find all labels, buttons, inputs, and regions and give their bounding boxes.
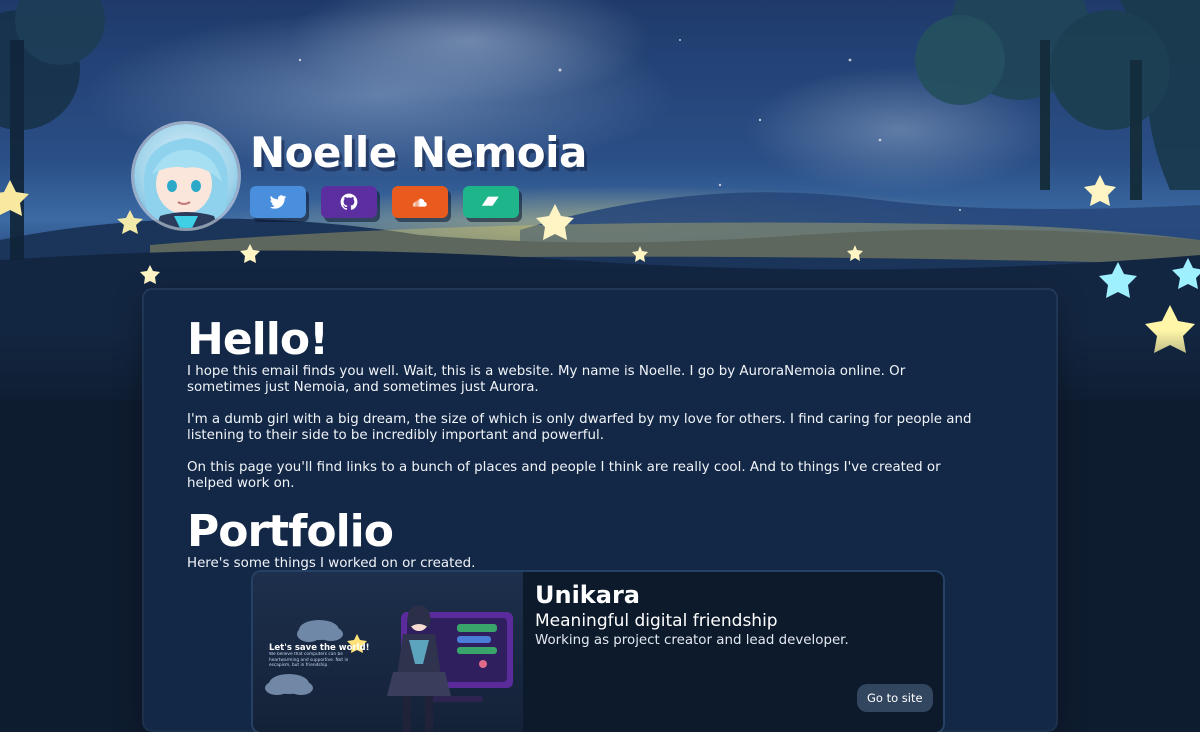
soundcloud-button[interactable] <box>392 186 448 218</box>
intro-paragraph-2: I'm a dumb girl with a big dream, the si… <box>187 412 972 443</box>
portfolio-heading: Portfolio <box>187 506 394 557</box>
intro-paragraph-1: I hope this email finds you well. Wait, … <box>187 364 906 395</box>
twitter-button[interactable] <box>250 186 306 218</box>
preview-text: We believe that computers can be heartwa… <box>269 652 349 668</box>
project-title: Unikara <box>535 581 640 609</box>
go-to-site-button[interactable]: Go to site <box>857 684 933 712</box>
portfolio-intro: Here's some things I worked on or create… <box>187 556 476 571</box>
hello-heading: Hello! <box>187 314 329 365</box>
content-card: Hello! I hope this email finds you well.… <box>144 290 1056 732</box>
project-card-unikara[interactable]: Let's save the world! We believe that co… <box>253 572 943 732</box>
anime-girl-avatar-icon <box>143 138 229 228</box>
twitter-bird-icon <box>269 195 287 209</box>
github-octocat-icon <box>340 193 358 210</box>
intro-paragraph-3: On this page you'll find links to a bunc… <box>187 460 941 491</box>
project-role: Working as project creator and lead deve… <box>535 633 849 648</box>
site-title: Noelle Nemoia <box>250 128 587 177</box>
social-links <box>250 186 519 218</box>
parallelogram-icon <box>481 196 499 206</box>
github-button[interactable] <box>321 186 377 218</box>
feedback-link-button[interactable] <box>463 186 519 218</box>
soundcloud-icon <box>412 198 427 207</box>
project-subtitle: Meaningful digital friendship <box>535 611 778 631</box>
avatar <box>134 124 238 228</box>
project-preview-image: Let's save the world! We believe that co… <box>253 572 523 732</box>
